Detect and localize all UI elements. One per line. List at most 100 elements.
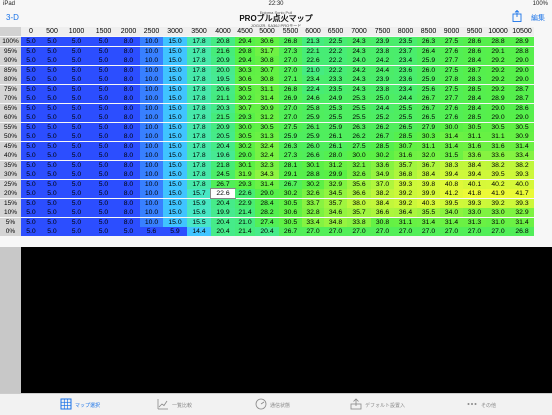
map-cell[interactable]: 5.0 [63, 208, 90, 217]
map-cell[interactable]: 15.0 [163, 151, 187, 160]
map-cell[interactable]: 5.0 [21, 170, 41, 179]
map-cell[interactable]: 28.8 [510, 46, 534, 56]
map-cell[interactable]: 30.5 [510, 122, 534, 132]
map-cell[interactable]: 25.9 [324, 122, 347, 132]
map-cell[interactable]: 27.0 [347, 227, 371, 236]
map-cell[interactable]: 5.0 [21, 37, 41, 46]
map-cell[interactable]: 34.8 [324, 217, 347, 227]
map-cell[interactable]: 32.0 [417, 151, 440, 160]
map-cell[interactable]: 5.0 [41, 170, 63, 179]
map-cell[interactable]: 27.0 [324, 227, 347, 236]
tab-gauge[interactable]: 通信状態 [255, 397, 335, 413]
map-cell[interactable]: 30.2 [279, 189, 302, 198]
map-cell[interactable]: 39.3 [394, 179, 417, 189]
map-cell[interactable]: 26.7 [279, 227, 302, 236]
map-cell[interactable]: 10.0 [140, 122, 163, 132]
map-cell[interactable]: 26.0 [302, 141, 324, 151]
map-cell[interactable]: 27.4 [255, 217, 279, 227]
map-cell[interactable]: 31.0 [486, 217, 510, 227]
map-cell[interactable]: 5.0 [41, 132, 63, 141]
map-cell[interactable]: 36.8 [394, 170, 417, 179]
map-cell[interactable]: 30.7 [394, 141, 417, 151]
map-cell[interactable]: 20.8 [211, 37, 235, 46]
map-cell[interactable]: 15.0 [163, 37, 187, 46]
map-cell[interactable]: 5.0 [21, 151, 41, 160]
map-cell[interactable]: 30.6 [235, 75, 255, 84]
map-cell[interactable]: 5.0 [63, 189, 90, 198]
map-cell[interactable]: 5.0 [90, 198, 117, 208]
map-cell[interactable]: 30.7 [235, 103, 255, 113]
map-cell[interactable]: 8.0 [117, 208, 140, 217]
map-cell[interactable]: 25.9 [417, 75, 440, 84]
map-cell[interactable]: 23.3 [324, 75, 347, 84]
map-cell[interactable]: 10.0 [140, 141, 163, 151]
map-cell[interactable]: 15.0 [163, 122, 187, 132]
map-cell[interactable]: 8.0 [117, 113, 140, 122]
map-cell[interactable]: 32.3 [255, 160, 279, 170]
map-cell[interactable]: 30.9 [510, 132, 534, 141]
map-cell[interactable]: 27.6 [440, 113, 463, 122]
map-cell[interactable]: 10.0 [140, 46, 163, 56]
map-cell[interactable]: 22.4 [302, 84, 324, 94]
tab-graph[interactable]: 一覧比較 [157, 397, 237, 413]
map-cell[interactable]: 28.3 [463, 75, 486, 84]
map-cell[interactable]: 5.0 [63, 198, 90, 208]
map-cell[interactable]: 5.0 [41, 160, 63, 170]
map-cell[interactable]: 10.0 [140, 170, 163, 179]
map-cell[interactable]: 5.0 [63, 151, 90, 160]
map-cell[interactable]: 30.8 [255, 75, 279, 84]
map-cell[interactable]: 25.5 [347, 113, 371, 122]
map-cell[interactable]: 26.3 [279, 141, 302, 151]
map-cell[interactable]: 23.4 [394, 56, 417, 65]
map-cell[interactable]: 10.0 [140, 113, 163, 122]
map-cell[interactable]: 26.7 [279, 179, 302, 189]
map-cell[interactable]: 23.4 [302, 75, 324, 84]
map-cell[interactable]: 28.5 [463, 84, 486, 94]
map-cell[interactable]: 26.0 [417, 65, 440, 75]
map-cell[interactable]: 29.0 [235, 151, 255, 160]
map-cell[interactable]: 26.8 [510, 227, 534, 236]
map-cell[interactable]: 27.3 [279, 151, 302, 160]
map-cell[interactable]: 29.0 [486, 113, 510, 122]
map-cell[interactable]: 29.2 [486, 65, 510, 75]
map-cell[interactable]: 29.1 [279, 170, 302, 179]
map-cell[interactable]: 31.1 [417, 141, 440, 151]
map-cell[interactable]: 28.4 [463, 56, 486, 65]
map-cell[interactable]: 17.8 [187, 113, 211, 122]
map-cell[interactable]: 5.0 [21, 84, 41, 94]
map-cell[interactable]: 5.0 [41, 189, 63, 198]
map-cell[interactable]: 5.0 [41, 37, 63, 46]
map-cell[interactable]: 17.8 [187, 132, 211, 141]
map-cell[interactable]: 33.0 [463, 208, 486, 217]
map-cell[interactable]: 17.8 [187, 84, 211, 94]
map-cell[interactable]: 17.8 [187, 160, 211, 170]
map-cell[interactable]: 32.8 [302, 208, 324, 217]
map-cell[interactable]: 5.0 [41, 151, 63, 160]
map-cell[interactable]: 15.0 [163, 179, 187, 189]
map-cell[interactable]: 30.1 [302, 160, 324, 170]
map-cell[interactable]: 23.9 [371, 75, 394, 84]
map-cell[interactable]: 31.4 [255, 179, 279, 189]
map-cell[interactable]: 25.9 [302, 113, 324, 122]
map-cell[interactable]: 39.2 [486, 198, 510, 208]
map-cell[interactable]: 10.0 [140, 160, 163, 170]
map-cell[interactable]: 38.2 [510, 160, 534, 170]
map-cell[interactable]: 29.2 [486, 75, 510, 84]
map-cell[interactable]: 25.8 [302, 103, 324, 113]
map-cell[interactable]: 26.8 [279, 84, 302, 94]
map-cell[interactable]: 30.6 [255, 37, 279, 46]
map-cell[interactable]: 5.0 [90, 103, 117, 113]
map-cell[interactable]: 5.0 [41, 84, 63, 94]
map-cell[interactable]: 15.5 [187, 217, 211, 227]
map-cell[interactable]: 15.0 [163, 56, 187, 65]
map-cell[interactable]: 28.1 [279, 160, 302, 170]
map-cell[interactable]: 15.0 [163, 94, 187, 103]
map-cell[interactable]: 39.4 [463, 170, 486, 179]
map-cell[interactable]: 10.0 [140, 103, 163, 113]
map-cell[interactable]: 10.0 [140, 84, 163, 94]
map-cell[interactable]: 39.5 [486, 170, 510, 179]
map-cell[interactable]: 5.0 [90, 160, 117, 170]
map-cell[interactable]: 28.4 [463, 103, 486, 113]
map-cell[interactable]: 15.0 [163, 103, 187, 113]
tab-upload[interactable]: デフォルト設置入 [350, 397, 430, 413]
